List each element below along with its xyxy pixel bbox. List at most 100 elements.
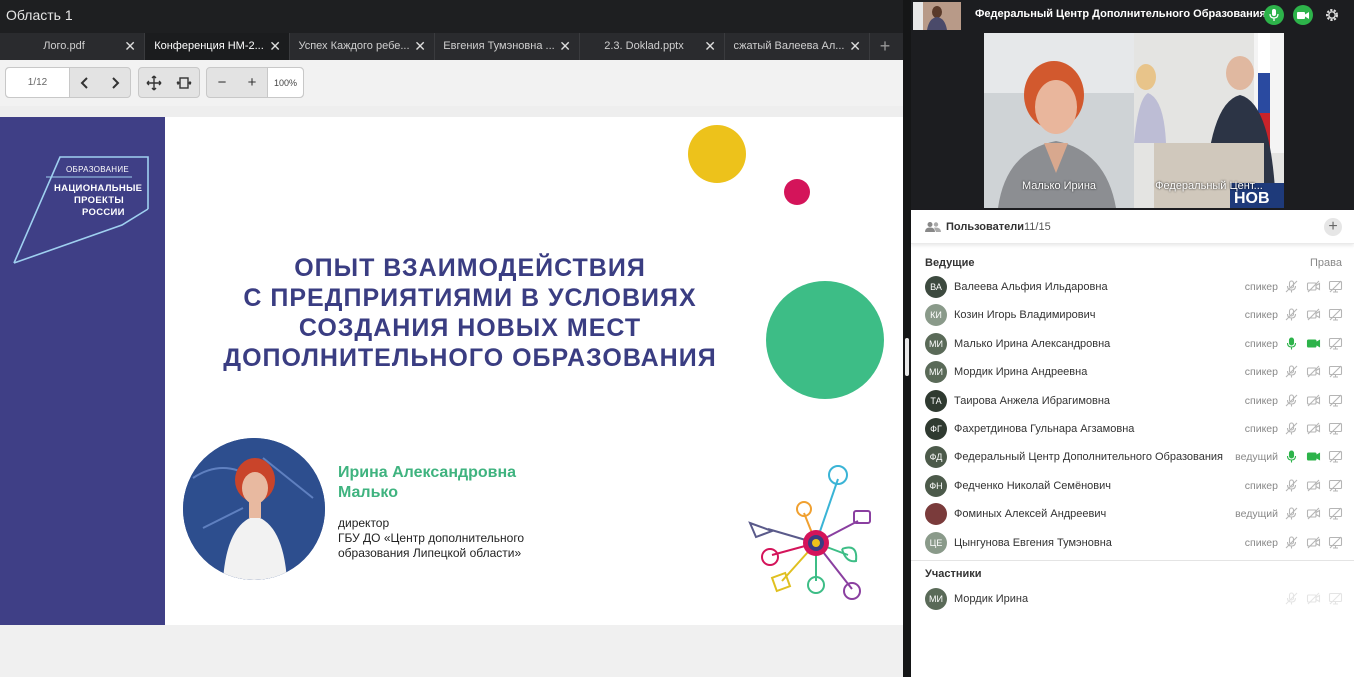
screen-share-icon[interactable] (1328, 393, 1343, 408)
camera-icon[interactable] (1306, 364, 1321, 379)
close-icon[interactable]: ✕ (704, 38, 716, 54)
camera-icon[interactable] (1306, 591, 1321, 606)
user-row[interactable]: МИ Малько Ирина Александровна спикер (911, 330, 1354, 358)
mic-button[interactable] (1264, 5, 1284, 25)
camera-icon[interactable] (1306, 449, 1321, 464)
move-arrows-icon (146, 75, 162, 90)
microphone-icon[interactable] (1284, 307, 1299, 322)
slide-title: ОПЫТ ВЗАИМОДЕЙСТВИЯ С ПРЕДПРИЯТИЯМИ В УС… (190, 253, 750, 373)
close-icon[interactable]: ✕ (124, 38, 136, 54)
user-role: спикер (1244, 423, 1278, 435)
fit-width-button[interactable] (169, 68, 199, 97)
users-icon (925, 222, 941, 232)
speaker-portrait (183, 438, 325, 580)
close-icon[interactable]: ✕ (849, 38, 861, 54)
screen-share-icon[interactable] (1328, 478, 1343, 493)
tab-doklad[interactable]: 2.3. Doklad.pptx ✕ (580, 33, 725, 60)
user-row[interactable]: ФГ Фахретдинова Гульнара Агзамовна спикер (911, 415, 1354, 443)
close-icon[interactable]: ✕ (269, 38, 281, 54)
tab-valeeva[interactable]: сжатый Валеева Ал... ✕ (725, 33, 870, 60)
user-row[interactable]: ФД Федеральный Центр Дополнительного Обра… (911, 443, 1354, 471)
tab-evgeniya[interactable]: Евгения Тумэновна ... ✕ (435, 33, 580, 60)
screen-share-icon[interactable] (1328, 449, 1343, 464)
avatar: ТА (925, 389, 947, 412)
drag-handle[interactable] (905, 338, 909, 376)
next-page-button[interactable] (100, 68, 130, 97)
logo-caption: ОБРАЗОВАНИЕ (66, 165, 130, 174)
zoom-controls: − + 100% (206, 67, 304, 98)
microphone-icon[interactable] (1284, 393, 1299, 408)
user-row[interactable]: ВА Валеева Альфия Ильдаровна спикер (911, 273, 1354, 301)
camera-icon[interactable] (1306, 336, 1321, 351)
fit-page-button[interactable] (139, 68, 169, 97)
screen-share-icon[interactable] (1328, 421, 1343, 436)
user-row[interactable]: ЦЕ Цынгунова Евгения Тумэновна спикер (911, 529, 1354, 557)
microphone-icon[interactable] (1284, 364, 1299, 379)
rights-column-label: Права (1310, 257, 1342, 269)
fit-width-icon (176, 76, 192, 89)
screen-share-icon[interactable] (1328, 535, 1343, 550)
microphone-icon[interactable] (1284, 449, 1299, 464)
settings-button[interactable] (1322, 5, 1342, 25)
camera-icon (1297, 11, 1309, 19)
avatar: МИ (925, 361, 947, 384)
screen-share-icon[interactable] (1328, 506, 1343, 521)
camera-icon[interactable] (1306, 279, 1321, 294)
camera-icon[interactable] (1306, 393, 1321, 408)
camera-icon[interactable] (1306, 421, 1321, 436)
tab-label: сжатый Валеева Ал... (733, 40, 845, 52)
user-row[interactable]: МИ Мордик Ирина (911, 585, 1354, 613)
user-row[interactable]: КИ Козин Игорь Владимирович спикер (911, 301, 1354, 329)
user-role: ведущий (1235, 451, 1278, 464)
tab-uspekh[interactable]: Успех Каждого ребе... ✕ (290, 33, 435, 60)
screen-share-icon[interactable] (1328, 307, 1343, 322)
presentation-footer (0, 625, 903, 677)
conference-header: Федеральный Центр Дополнительного Образо… (911, 0, 1354, 30)
camera-button[interactable] (1293, 5, 1313, 25)
user-role: спикер (1244, 479, 1278, 492)
user-row[interactable]: Фоминых Алексей Андреевич ведущий (911, 500, 1354, 528)
user-row[interactable]: ФН Федченко Николай Семёнович спикер (911, 472, 1354, 500)
zoom-level[interactable]: 100% (267, 68, 303, 97)
microphone-icon[interactable] (1284, 421, 1299, 436)
zoom-in-button[interactable]: + (237, 68, 267, 97)
user-role: спикер (1244, 366, 1278, 379)
screen-share-icon[interactable] (1328, 591, 1343, 606)
tab-conference[interactable]: Конференция НМ-2... ✕ (145, 33, 290, 60)
zoom-out-button[interactable]: − (207, 68, 237, 97)
tab-label: Евгения Тумэновна ... (443, 40, 555, 52)
camera-icon[interactable] (1306, 307, 1321, 322)
screen-share-icon[interactable] (1328, 364, 1343, 379)
avatar (925, 503, 947, 526)
microphone-icon[interactable] (1284, 336, 1299, 351)
education-hub-icon (748, 465, 871, 600)
camera-icon[interactable] (1306, 506, 1321, 521)
microphone-icon[interactable] (1284, 506, 1299, 521)
microphone-icon[interactable] (1284, 591, 1299, 606)
camera-icon[interactable] (1306, 535, 1321, 550)
add-user-button[interactable]: + (1324, 218, 1342, 236)
screen-share-icon[interactable] (1328, 279, 1343, 294)
tab-label: Конференция НМ-2... (154, 40, 264, 52)
add-tab-button[interactable]: + (870, 33, 900, 60)
divider (911, 560, 1354, 561)
microphone-icon[interactable] (1284, 478, 1299, 493)
self-video-thumbnail[interactable] (913, 2, 961, 30)
national-projects-logo: ОБРАЗОВАНИЕ НАЦИОНАЛЬНЫЕ ПРОЕКТЫ РОССИИ (12, 153, 152, 273)
panel-splitter[interactable] (903, 0, 911, 677)
red-circle (784, 179, 810, 205)
tab-logo[interactable]: Лого.pdf ✕ (0, 33, 145, 60)
page-number-input[interactable]: 1/12 (6, 68, 70, 97)
close-icon[interactable]: ✕ (559, 38, 571, 54)
slide-sidebar: ОБРАЗОВАНИЕ НАЦИОНАЛЬНЫЕ ПРОЕКТЫ РОССИИ (0, 117, 165, 625)
video-tile-federal-center[interactable]: НОВ Федеральный Цент... (1134, 33, 1284, 208)
user-row[interactable]: МИ Мордик Ирина Андреевна спикер (911, 358, 1354, 386)
microphone-icon[interactable] (1284, 535, 1299, 550)
user-row[interactable]: ТА Таирова Анжела Ибрагимовна спикер (911, 387, 1354, 415)
close-icon[interactable]: ✕ (414, 38, 426, 54)
microphone-icon[interactable] (1284, 279, 1299, 294)
screen-share-icon[interactable] (1328, 336, 1343, 351)
video-tile-malko[interactable]: Малько Ирина (984, 33, 1134, 208)
prev-page-button[interactable] (70, 68, 100, 97)
camera-icon[interactable] (1306, 478, 1321, 493)
